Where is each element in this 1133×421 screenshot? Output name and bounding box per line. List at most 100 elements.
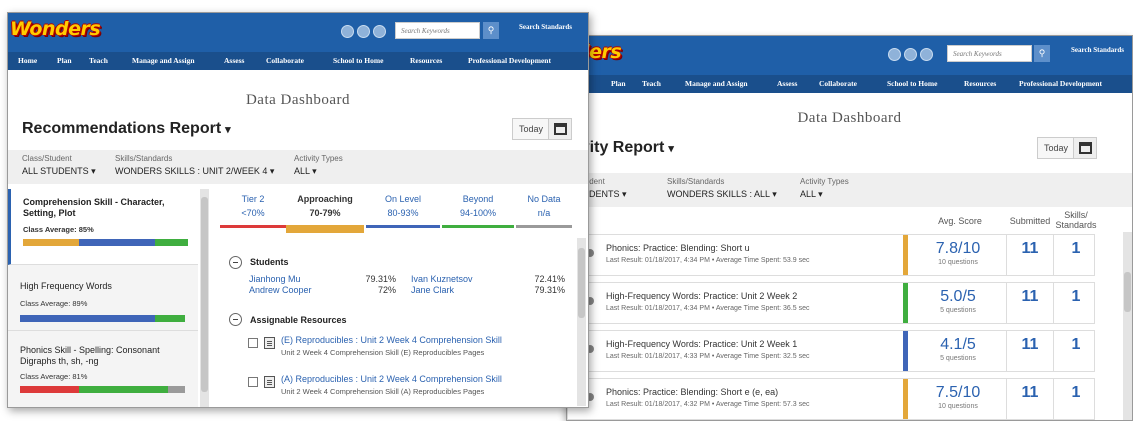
bar-segment [23, 239, 80, 246]
level-range: n/a [537, 208, 551, 218]
avg-score[interactable]: 5.0/5 [911, 288, 1005, 306]
skills-count[interactable]: 1 [1054, 336, 1098, 354]
skills-scrollbar[interactable] [200, 189, 209, 407]
today-button[interactable]: Today [1037, 137, 1076, 159]
avg-score[interactable]: 7.8/10 [911, 240, 1005, 258]
nav-resources[interactable]: Resources [410, 56, 442, 65]
search-standards-button[interactable]: Search Standards [519, 23, 572, 31]
nav-school-to-home[interactable]: School to Home [333, 56, 383, 65]
wonders-logo[interactable]: Wonders [10, 18, 101, 40]
filter-skills-dropdown[interactable]: WONDERS SKILLS : UNIT 2/WEEK 4 ▾ [115, 166, 274, 177]
main-scrollbar[interactable] [577, 238, 586, 406]
collapse-resources-icon[interactable] [229, 313, 242, 326]
resource-link[interactable]: (A) Reproducibles : Unit 2 Week 4 Compre… [281, 374, 502, 384]
calendar-icon [1079, 142, 1092, 154]
activity-row[interactable]: High-Frequency Words: Practice: Unit 2 W… [567, 282, 1095, 324]
student-name[interactable]: Jianhong Mu [249, 274, 301, 284]
activity-row[interactable]: High-Frequency Words: Practice: Unit 2 W… [567, 330, 1095, 372]
filter-label-skills: Skills/Standards [667, 177, 725, 186]
filter-activity-dropdown[interactable]: ALL ▾ [800, 189, 823, 200]
level-name: Approaching [297, 194, 353, 204]
avg-score[interactable]: 4.1/5 [911, 336, 1005, 354]
nav-plan[interactable]: Plan [611, 79, 626, 88]
level-tab[interactable]: No Data n/a [516, 193, 572, 228]
submitted-count[interactable]: 11 [1008, 288, 1052, 306]
submitted-count[interactable]: 11 [1008, 240, 1052, 258]
calendar-button[interactable] [1073, 137, 1097, 159]
scrollbar-thumb[interactable] [578, 248, 585, 318]
skill-title: High Frequency Words [20, 281, 112, 292]
user-icon[interactable] [341, 25, 354, 38]
help-icon[interactable] [920, 48, 933, 61]
student-score: 72.41% [534, 274, 565, 284]
performance-levels: Tier 2 <70% Approaching 70-79% On Level 80-93… [220, 193, 572, 235]
student-name[interactable]: Ivan Kuznetsov [411, 274, 473, 284]
collapse-students-icon[interactable] [229, 256, 242, 269]
level-underline [442, 225, 514, 228]
nav-professional-development[interactable]: Professional Development [1019, 79, 1102, 88]
messages-icon[interactable] [904, 48, 917, 61]
filter-skills-dropdown[interactable]: WONDERS SKILLS : ALL ▾ [667, 189, 777, 200]
skill-title: Phonics Skill - Spelling: Consonant Digra… [20, 345, 160, 367]
nav-teach[interactable]: Teach [89, 56, 108, 65]
help-icon[interactable] [373, 25, 386, 38]
level-tab[interactable]: Approaching 70-79% [286, 193, 364, 233]
nav-professional-development[interactable]: Professional Development [468, 56, 551, 65]
activity-row[interactable]: Phonics: Practice: Blending: Short e (e,… [567, 378, 1095, 420]
skill-card[interactable]: Comprehension Skill - Character, Setting,… [8, 189, 198, 265]
nav-school-to-home[interactable]: School to Home [887, 79, 937, 88]
level-tab[interactable]: On Level 80-93% [366, 193, 440, 228]
dashboard-title: Data Dashboard [245, 92, 351, 108]
resource-checkbox[interactable] [248, 377, 258, 387]
document-icon [264, 376, 275, 388]
search-button[interactable]: ⚲ [483, 22, 499, 39]
question-count: 10 questions [938, 403, 978, 410]
nav-manage-assign[interactable]: Manage and Assign [685, 79, 748, 88]
level-name: No Data [527, 194, 561, 204]
search-standards-button[interactable]: Search Standards [1071, 46, 1124, 54]
level-tab[interactable]: Beyond 94-100% [442, 193, 514, 228]
scrollbar-thumb[interactable] [201, 197, 208, 392]
skills-count[interactable]: 1 [1054, 384, 1098, 402]
scrollbar[interactable] [1123, 232, 1132, 420]
activity-row[interactable]: Phonics: Practice: Blending: Short u Last… [567, 234, 1095, 276]
skills-count[interactable]: 1 [1054, 288, 1098, 306]
nav-home[interactable]: Home [18, 56, 37, 65]
filter-bar: s/Student STUDENTS ▾ Skills/Standards WO… [567, 173, 1132, 207]
report-title[interactable]: Recommendations Report ▾ [22, 120, 231, 138]
scrollbar-thumb[interactable] [1124, 272, 1131, 312]
skill-card[interactable]: High Frequency Words Class Average: 89% [8, 265, 198, 331]
nav-plan[interactable]: Plan [57, 56, 72, 65]
calendar-button[interactable] [548, 118, 572, 140]
resource-link[interactable]: (E) Reproducibles : Unit 2 Week 4 Compre… [281, 335, 502, 345]
submitted-count[interactable]: 11 [1008, 336, 1052, 354]
filter-activity-dropdown[interactable]: ALL ▾ [294, 166, 317, 177]
skill-title-line1: Phonics Skill - Spelling: Consonant [20, 345, 160, 355]
filter-class-dropdown[interactable]: ALL STUDENTS ▾ [22, 166, 96, 177]
avg-score[interactable]: 7.5/10 [911, 384, 1005, 402]
user-icon[interactable] [888, 48, 901, 61]
dashboard-title: Data Dashboard [797, 110, 902, 126]
search-icon: ⚲ [1038, 48, 1046, 58]
nav-assess[interactable]: Assess [224, 56, 244, 65]
skills-count[interactable]: 1 [1054, 240, 1098, 258]
student-name[interactable]: Jane Clark [411, 285, 454, 295]
submitted-count[interactable]: 11 [1008, 384, 1052, 402]
nav-teach[interactable]: Teach [642, 79, 661, 88]
skill-card[interactable]: Phonics Skill - Spelling: Consonant Digra… [8, 331, 198, 407]
calendar-icon [554, 123, 567, 135]
search-button[interactable]: ⚲ [1034, 45, 1050, 62]
messages-icon[interactable] [357, 25, 370, 38]
nav-assess[interactable]: Assess [777, 79, 797, 88]
search-input[interactable]: Search Keywords [395, 22, 480, 39]
level-tab[interactable]: Tier 2 <70% [220, 193, 286, 228]
today-button[interactable]: Today [512, 118, 551, 140]
nav-manage-assign[interactable]: Manage and Assign [132, 56, 195, 65]
nav-collaborate[interactable]: Collaborate [266, 56, 304, 65]
student-name[interactable]: Andrew Cooper [249, 285, 312, 295]
nav-resources[interactable]: Resources [964, 79, 996, 88]
nav-collaborate[interactable]: Collaborate [819, 79, 857, 88]
resource-checkbox[interactable] [248, 338, 258, 348]
search-input[interactable]: Search Keywords [947, 45, 1032, 62]
search-icon: ⚲ [487, 25, 495, 35]
